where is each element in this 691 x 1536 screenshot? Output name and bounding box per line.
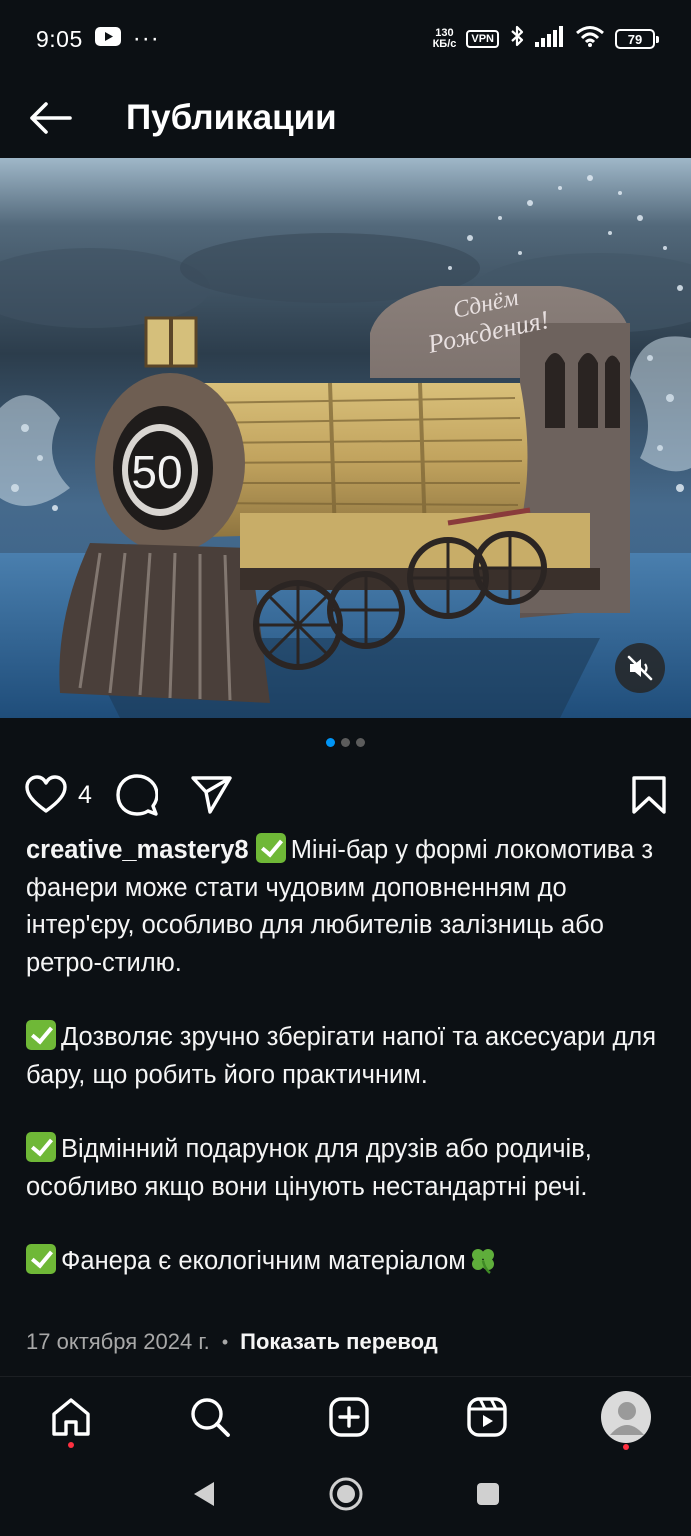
network-speed-unit: КБ/с [432, 38, 457, 50]
default-avatar-icon [610, 1401, 644, 1435]
check-mark-icon [255, 833, 286, 863]
post-date: 17 октября 2024 г. [26, 1329, 210, 1354]
system-recents-button[interactable] [474, 1480, 502, 1513]
save-button[interactable] [631, 775, 667, 815]
battery-indicator: 79 [615, 29, 659, 49]
carousel-dot [341, 738, 350, 747]
network-speed: 130 КБ/с [433, 28, 457, 50]
caption-paragraph-2: Дозволяє зручно зберігати напої та аксес… [26, 1019, 671, 1094]
post-username[interactable]: creative_mastery8 [26, 836, 249, 864]
app-header: Публикации [0, 78, 691, 158]
post-actions: 4 [24, 768, 667, 822]
paper-plane-icon [191, 776, 232, 814]
four-leaf-clover-icon [468, 1245, 498, 1287]
heart-icon [25, 775, 67, 813]
bottom-navigation [0, 1376, 691, 1456]
nav-search[interactable] [185, 1392, 235, 1442]
check-mark-icon [26, 1244, 56, 1274]
caption-gap [26, 1094, 671, 1131]
status-time: 9:05 [36, 25, 83, 52]
mute-button[interactable] [615, 643, 665, 693]
caption-gap [26, 1206, 671, 1243]
like-button[interactable]: 4 [24, 775, 92, 815]
status-bar: 9:05 ··· 130 КБ/с VPN 79 [0, 0, 691, 78]
carousel-dot-active [326, 738, 335, 747]
signal-icon [535, 25, 565, 53]
profile-avatar[interactable] [601, 1390, 651, 1443]
post-meta: 17 октября 2024 г. • Показать перевод [26, 1326, 671, 1358]
system-home-button[interactable] [328, 1476, 364, 1517]
bookmark-icon [632, 776, 666, 814]
meta-separator: • [221, 1331, 229, 1352]
page-title: Публикации [126, 98, 337, 137]
carousel-dot [356, 738, 365, 747]
home-notification-dot [68, 1441, 74, 1448]
check-mark-icon [26, 1132, 56, 1162]
caption-text-4: Фанера є екологічним матеріалом [61, 1247, 466, 1275]
circle-home-icon [329, 1477, 362, 1510]
instagram-post-screen: 9:05 ··· 130 КБ/с VPN 79 Публикации Сднё… [0, 0, 691, 1536]
nav-home[interactable] [46, 1392, 96, 1448]
wifi-icon [575, 25, 605, 53]
carousel-indicator [0, 738, 691, 750]
like-count[interactable]: 4 [78, 781, 92, 810]
arrow-left-icon [30, 102, 72, 134]
add-post-icon [328, 1396, 369, 1437]
locomotive-photo: Сднём Рождения! 50 [0, 158, 691, 718]
post-media[interactable]: Сднём Рождения! 50 [0, 158, 691, 718]
number-plate: 50 [131, 446, 182, 498]
more-notifications-icon: ··· [132, 25, 160, 52]
caption-paragraph-4: Фанера є екологічним матеріалом [26, 1243, 671, 1287]
caption-text-3: Відмінний подарунок для друзів або родич… [26, 1135, 592, 1201]
home-icon [52, 1397, 90, 1436]
status-right: 130 КБ/с VPN 79 [433, 24, 659, 54]
show-translation-link[interactable]: Показать перевод [240, 1329, 438, 1355]
caption-gap [26, 982, 671, 1019]
share-button[interactable] [190, 775, 232, 815]
square-recents-icon [476, 1482, 499, 1505]
speaker-muted-icon [627, 655, 653, 681]
status-left: 9:05 ··· [36, 25, 160, 53]
back-button[interactable] [0, 78, 100, 158]
triangle-back-icon [193, 1481, 214, 1506]
youtube-icon [94, 26, 121, 52]
comment-button[interactable] [116, 774, 158, 816]
bluetooth-icon [509, 24, 525, 54]
nav-profile[interactable] [601, 1390, 651, 1450]
system-back-button[interactable] [190, 1479, 218, 1514]
comment-bubble-icon [116, 774, 158, 816]
vpn-badge: VPN [466, 30, 499, 48]
reels-icon [467, 1396, 507, 1437]
nav-create[interactable] [324, 1392, 374, 1442]
profile-notification-dot [623, 1443, 629, 1450]
post-caption: creative_mastery8 Міні-бар у формі локом… [26, 832, 671, 1287]
caption-paragraph-1: creative_mastery8 Міні-бар у формі локом… [26, 832, 671, 982]
search-icon [191, 1397, 230, 1437]
system-navigation-bar [0, 1456, 691, 1536]
check-mark-icon [26, 1020, 56, 1050]
caption-text-2: Дозволяє зручно зберігати напої та аксес… [26, 1023, 657, 1089]
caption-paragraph-3: Відмінний подарунок для друзів або родич… [26, 1131, 671, 1206]
nav-reels[interactable] [462, 1392, 512, 1442]
